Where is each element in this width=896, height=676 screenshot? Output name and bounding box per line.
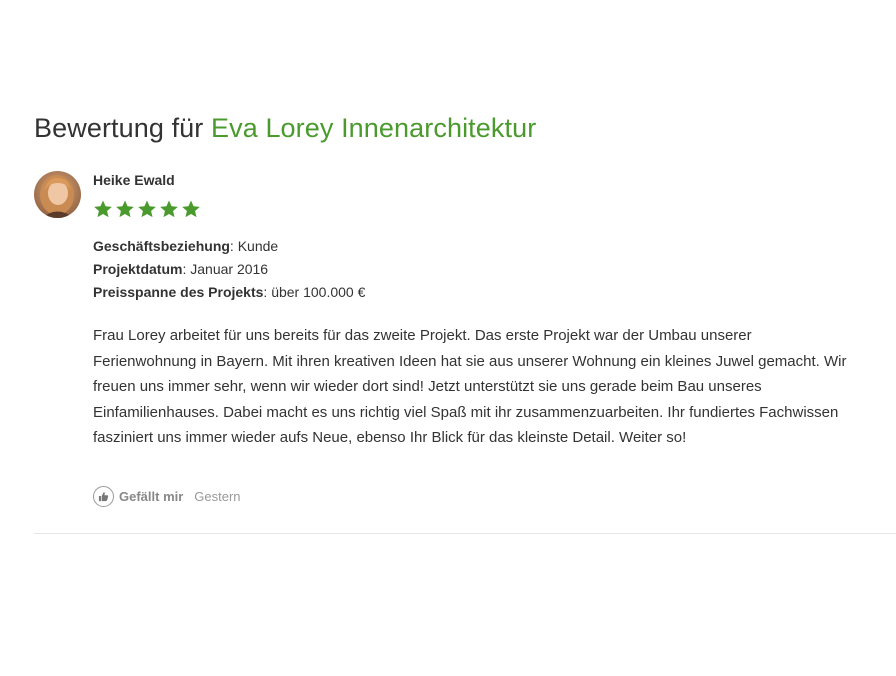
like-button[interactable]: Gefällt mir — [93, 486, 183, 507]
meta-value: : Kunde — [229, 238, 279, 254]
reviewer-avatar[interactable] — [34, 171, 81, 218]
star-icon — [116, 200, 134, 218]
review-meta: Geschäftsbeziehung: Kunde Projektdatum: … — [93, 235, 365, 304]
meta-label: Preisspanne des Projekts — [93, 284, 264, 300]
meta-value: : Januar 2016 — [182, 261, 269, 277]
like-label: Gefällt mir — [119, 489, 184, 504]
reviewer-name[interactable]: Heike Ewald — [93, 172, 175, 188]
meta-project-date: Projektdatum: Januar 2016 — [93, 258, 365, 281]
star-rating — [93, 199, 201, 219]
thumbs-up-icon — [93, 486, 114, 507]
page-title: Bewertung für Eva Lorey Innenarchitektur — [34, 113, 536, 144]
star-icon — [160, 200, 178, 218]
meta-label: Geschäftsbeziehung — [93, 238, 230, 254]
meta-business-relationship: Geschäftsbeziehung: Kunde — [93, 235, 365, 258]
star-icon — [94, 200, 112, 218]
meta-price-range: Preisspanne des Projekts: über 100.000 € — [93, 281, 365, 304]
star-icon — [182, 200, 200, 218]
company-name-link[interactable]: Eva Lorey Innenarchitektur — [211, 113, 536, 143]
divider — [34, 533, 896, 534]
review-actions: Gefällt mir Gestern — [93, 486, 241, 507]
meta-value: : über 100.000 € — [263, 284, 366, 300]
title-prefix: Bewertung für — [34, 113, 204, 143]
review-text: Frau Lorey arbeitet für uns bereits für … — [93, 327, 847, 446]
star-icon — [138, 200, 156, 218]
review-timestamp: Gestern — [194, 489, 241, 504]
meta-label: Projektdatum — [93, 261, 183, 277]
